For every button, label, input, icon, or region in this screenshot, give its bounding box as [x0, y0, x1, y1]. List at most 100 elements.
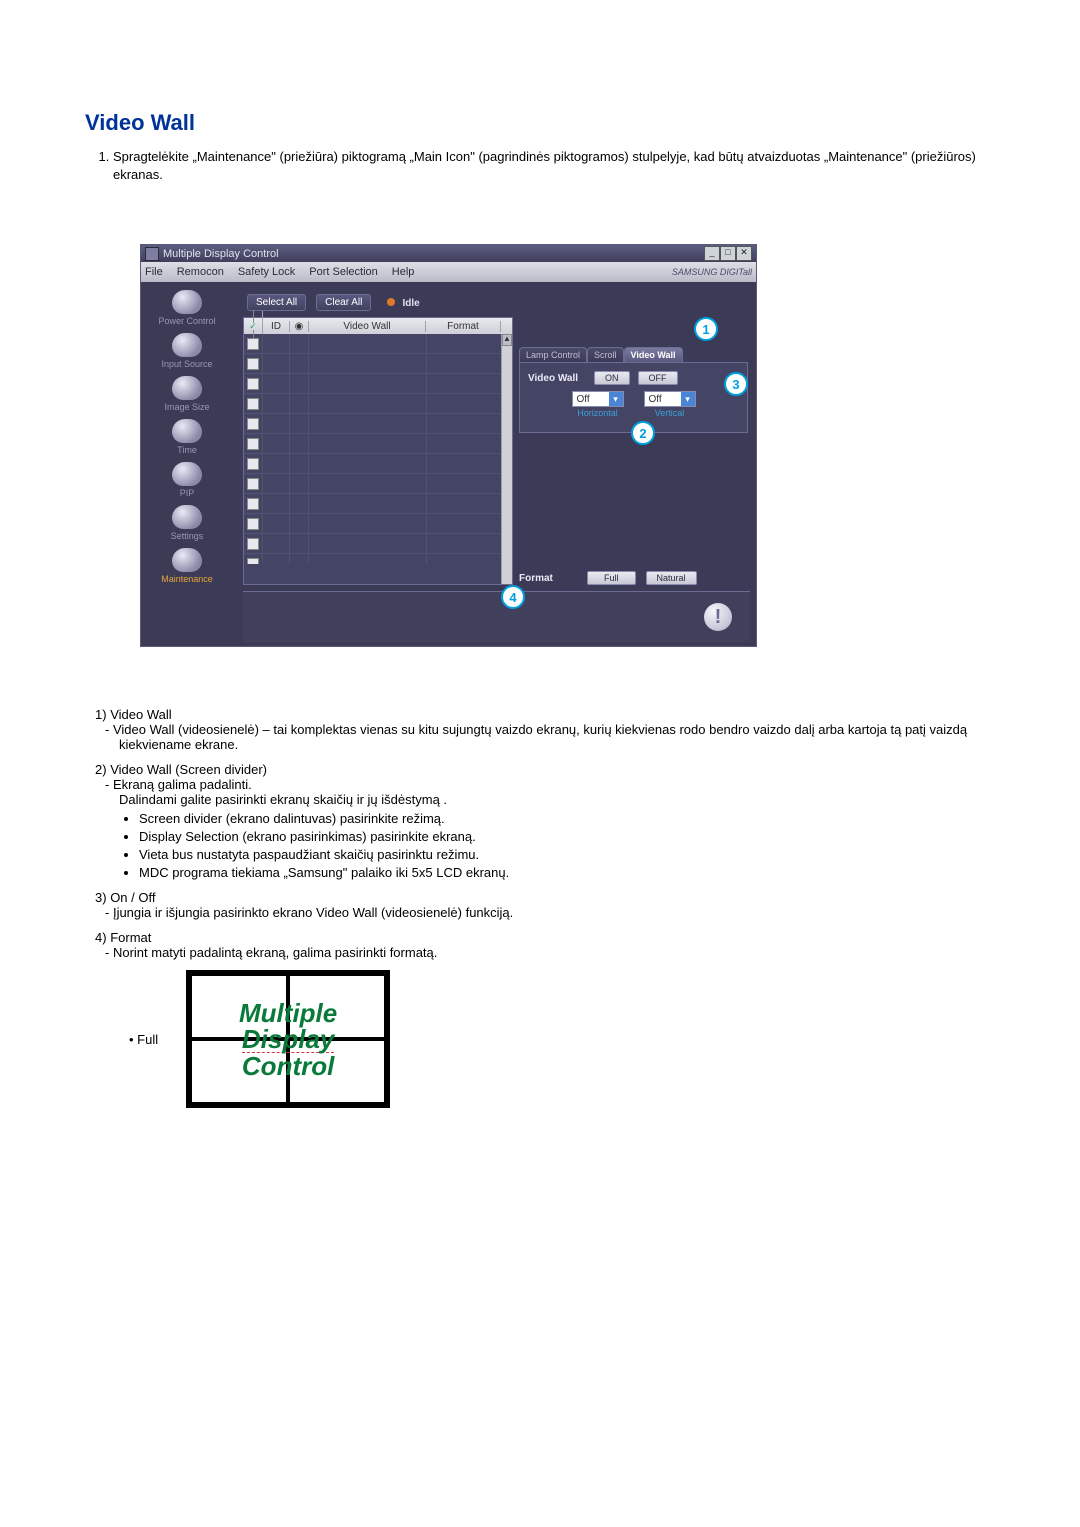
checkbox-icon[interactable] — [247, 458, 259, 470]
scroll-up-icon[interactable]: ▲ — [502, 334, 512, 346]
table-row[interactable] — [244, 414, 512, 434]
item-head: On / Off — [110, 890, 155, 905]
grid-header: ID ◉ Video Wall Format — [244, 318, 512, 334]
explain-item-1: 1) Video Wall Video Wall (videosienelė) … — [85, 707, 995, 752]
table-row[interactable] — [244, 354, 512, 374]
sidebar-item-time[interactable]: Time — [172, 419, 202, 455]
item-line: Dalindami galite pasirinkti ekranų skaič… — [95, 792, 995, 807]
titlebar: Multiple Display Control _ □ ✕ — [141, 245, 756, 262]
table-row[interactable] — [244, 334, 512, 354]
sidebar-item-maintenance[interactable]: Maintenance — [161, 548, 213, 584]
horizontal-select[interactable]: Off ▾ — [572, 391, 624, 407]
sidebar-item-label: Input Source — [161, 359, 212, 369]
sidebar-item-settings[interactable]: Settings — [171, 505, 204, 541]
checkbox-icon[interactable] — [247, 518, 259, 530]
item-head: Video Wall (Screen divider) — [110, 762, 267, 777]
tab-scroll[interactable]: Scroll — [587, 347, 624, 362]
table-row[interactable] — [244, 554, 512, 564]
menu-file[interactable]: File — [145, 266, 163, 278]
checkbox-icon[interactable] — [247, 418, 259, 430]
status-bar: ! — [243, 591, 750, 642]
clear-all-button[interactable]: Clear All — [316, 294, 371, 311]
item-number: 1) — [95, 707, 107, 722]
status-label: Idle — [402, 298, 419, 309]
sidebar-item-label: Settings — [171, 531, 204, 541]
grid-header-id[interactable]: ID — [263, 321, 290, 332]
chevron-down-icon[interactable]: ▾ — [681, 392, 695, 406]
right-panel: 1 3 2 4 Lamp Control Scroll Video Wall — [513, 317, 756, 585]
item-number: 3) — [95, 890, 107, 905]
table-row[interactable] — [244, 534, 512, 554]
item-dash: Video Wall (videosienelė) – tai komplekt… — [95, 722, 995, 752]
content-area: Select All Clear All Idle ID — [233, 282, 756, 646]
video-wall-label: Video Wall — [528, 373, 586, 384]
menu-safety-lock[interactable]: Safety Lock — [238, 266, 295, 278]
grid-header-format[interactable]: Format — [426, 321, 501, 332]
settings-icon — [172, 505, 202, 529]
vertical-select[interactable]: Off ▾ — [644, 391, 696, 407]
mdc-line-3: Control — [242, 1053, 334, 1079]
grid-header-video-wall[interactable]: Video Wall — [309, 321, 426, 332]
checkbox-icon[interactable] — [247, 358, 259, 370]
menu-remocon[interactable]: Remocon — [177, 266, 224, 278]
on-button[interactable]: ON — [594, 371, 630, 385]
toolbar: Select All Clear All Idle — [233, 288, 756, 317]
mdc-line-1: Multiple — [239, 1000, 337, 1026]
item-head: Video Wall — [110, 707, 171, 722]
table-row[interactable] — [244, 454, 512, 474]
checkbox-icon[interactable] — [247, 538, 259, 550]
full-button[interactable]: Full — [587, 571, 636, 585]
sidebar-item-power-control[interactable]: Power Control — [158, 290, 215, 326]
table-row[interactable] — [244, 494, 512, 514]
input-icon — [172, 333, 202, 357]
annotation-2: 2 — [631, 421, 655, 445]
tab-video-wall[interactable]: Video Wall — [624, 347, 683, 362]
natural-button[interactable]: Natural — [646, 571, 697, 585]
table-row[interactable] — [244, 394, 512, 414]
explain-item-2: 2) Video Wall (Screen divider) Ekraną ga… — [85, 762, 995, 880]
power-icon — [172, 290, 202, 314]
table-row[interactable] — [244, 434, 512, 454]
window-title: Multiple Display Control — [163, 248, 279, 260]
maximize-icon[interactable]: □ — [720, 246, 736, 261]
bullet-item: Vieta bus nustatyta paspaudžiant skaičių… — [139, 847, 995, 862]
sidebar-item-label: Time — [177, 445, 197, 455]
chevron-down-icon[interactable]: ▾ — [609, 392, 623, 406]
menu-port-selection[interactable]: Port Selection — [309, 266, 377, 278]
grid-header-status-icon[interactable]: ◉ — [290, 321, 309, 332]
sidebar-item-input-source[interactable]: Input Source — [161, 333, 212, 369]
scrollbar[interactable]: ▲ — [501, 334, 512, 584]
item-head: Format — [110, 930, 151, 945]
checkbox-icon[interactable] — [247, 498, 259, 510]
table-row[interactable] — [244, 374, 512, 394]
menu-help[interactable]: Help — [392, 266, 415, 278]
off-button[interactable]: OFF — [638, 371, 678, 385]
format-example-row: Full Multiple Display Control — [85, 970, 995, 1108]
sidebar-item-image-size[interactable]: Image Size — [164, 376, 209, 412]
checkbox-icon[interactable] — [247, 478, 259, 490]
checkbox-icon[interactable] — [247, 558, 259, 565]
select-all-button[interactable]: Select All — [247, 294, 306, 311]
checkbox-icon[interactable] — [247, 438, 259, 450]
close-icon[interactable]: ✕ — [736, 246, 752, 261]
sidebar-item-pip[interactable]: PIP — [172, 462, 202, 498]
time-icon — [172, 419, 202, 443]
checkbox-icon[interactable] — [247, 378, 259, 390]
intro-list: Spragtelėkite „Maintenance" (priežiūra) … — [85, 148, 995, 184]
bullet-item: Screen divider (ekrano dalintuvas) pasir… — [139, 811, 995, 826]
menubar: File Remocon Safety Lock Port Selection … — [141, 262, 756, 282]
display-grid: ID ◉ Video Wall Format — [243, 317, 513, 585]
intro-item: Spragtelėkite „Maintenance" (priežiūra) … — [113, 148, 995, 184]
table-row[interactable] — [244, 514, 512, 534]
tab-lamp-control[interactable]: Lamp Control — [519, 347, 587, 362]
vertical-value: Off — [645, 394, 681, 405]
pip-icon — [172, 462, 202, 486]
explain-item-4: 4) Format Norint matyti padalintą ekraną… — [85, 930, 995, 960]
item-dash: Norint matyti padalintą ekraną, galima p… — [95, 945, 995, 960]
grid-rows — [244, 334, 512, 564]
minimize-icon[interactable]: _ — [704, 246, 720, 261]
item-dash: Įjungia ir išjungia pasirinkto ekrano Vi… — [95, 905, 995, 920]
checkbox-icon[interactable] — [247, 338, 259, 350]
checkbox-icon[interactable] — [247, 398, 259, 410]
table-row[interactable] — [244, 474, 512, 494]
